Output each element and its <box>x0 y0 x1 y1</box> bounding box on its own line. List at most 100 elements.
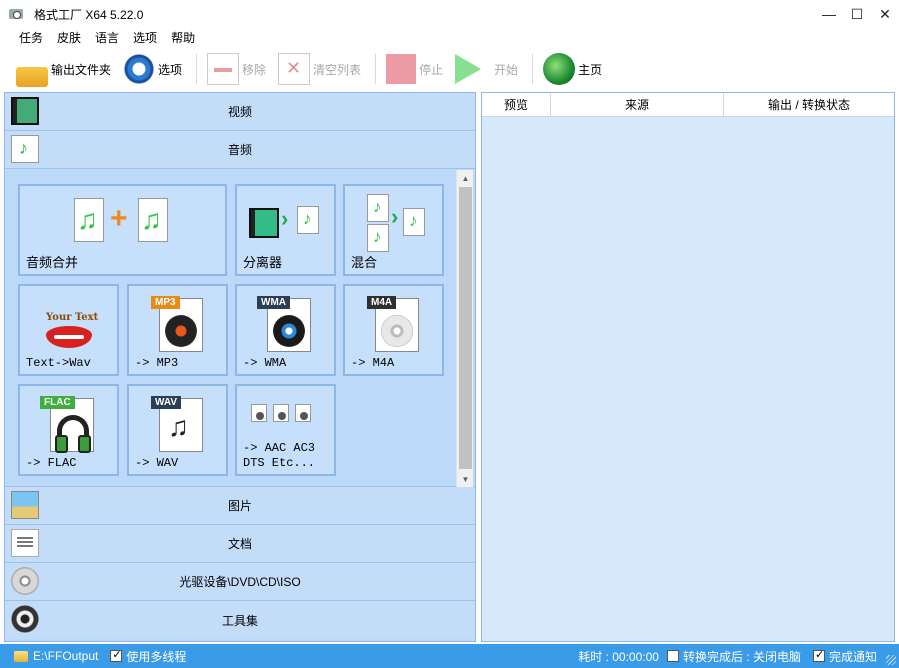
menu-help[interactable]: 帮助 <box>164 28 202 48</box>
column-output-status[interactable]: 输出 / 转换状态 <box>724 93 894 116</box>
play-icon <box>455 54 482 84</box>
audio-scrollbar[interactable]: ▲ ▼ <box>456 170 473 487</box>
music-file-icon <box>403 208 425 236</box>
stop-label: 停止 <box>419 62 444 77</box>
to-flac-label: -> FLAC <box>26 456 77 470</box>
shutdown-label: 转换完成后 : 关闭电脑 <box>682 649 801 664</box>
clear-list-button[interactable]: 清空列表 <box>274 51 365 87</box>
task-grid-header: 预览 来源 输出 / 转换状态 <box>482 93 894 117</box>
minimize-button[interactable]: — <box>815 0 843 28</box>
category-disc[interactable]: 光驱设备\DVD\CD\ISO <box>5 563 475 601</box>
category-picture[interactable]: 图片 <box>5 487 475 525</box>
column-source[interactable]: 来源 <box>551 93 724 116</box>
to-flac-tile[interactable]: FLAC -> FLAC <box>18 384 119 476</box>
multithread-label: 使用多线程 <box>126 649 187 664</box>
category-picture-label: 图片 <box>227 499 252 513</box>
app-icon <box>8 6 24 22</box>
window-controls: — ☐ ✕ <box>815 0 899 28</box>
audio-tools-area: + 音频合并 › 分离器 › 混合 Your Text Text->Wav <box>5 169 475 487</box>
notify-checkbox[interactable] <box>812 648 825 662</box>
category-audio-label: 音频 <box>227 143 252 157</box>
ac3-file-icon <box>273 404 289 422</box>
title-bar: 格式工厂 X64 5.22.0 — ☐ ✕ <box>0 0 899 28</box>
disc-icon <box>273 315 305 347</box>
scroll-thumb[interactable] <box>459 187 472 469</box>
category-video[interactable]: 视频 <box>5 93 475 131</box>
scroll-down-icon[interactable]: ▼ <box>457 471 474 487</box>
notify-label: 完成通知 <box>828 649 877 664</box>
menu-options[interactable]: 选项 <box>126 28 164 48</box>
text-to-wav-tile[interactable]: Your Text Text->Wav <box>18 284 119 376</box>
to-mp3-tile[interactable]: MP3 -> MP3 <box>127 284 228 376</box>
category-video-label: 视频 <box>227 105 252 119</box>
category-document[interactable]: 文档 <box>5 525 475 563</box>
splitter-tile[interactable]: › 分离器 <box>235 184 336 276</box>
output-folder-button[interactable]: 输出文件夹 <box>12 51 115 87</box>
menu-language[interactable]: 语言 <box>88 28 126 48</box>
column-preview[interactable]: 预览 <box>482 93 551 116</box>
output-path[interactable]: E:\FFOutput <box>33 649 98 663</box>
arrow-right-icon: › <box>281 206 289 231</box>
mix-tile[interactable]: › 混合 <box>343 184 444 276</box>
status-bar: E:\FFOutput 使用多线程 耗时 : 00:00:00 转换完成后 : … <box>0 644 899 668</box>
home-label: 主页 <box>578 62 603 77</box>
toolbar: 输出文件夹 选项 移除 清空列表 停止 开始 主页 <box>0 48 899 90</box>
to-wav-tile[interactable]: ♫ WAV -> WAV <box>127 384 228 476</box>
remove-label: 移除 <box>242 62 267 77</box>
menu-skin[interactable]: 皮肤 <box>50 28 88 48</box>
toolbar-separator <box>375 54 377 84</box>
music-file-icon <box>367 224 389 252</box>
options-label: 选项 <box>158 62 183 77</box>
globe-icon <box>543 53 576 85</box>
disc-icon <box>11 567 39 595</box>
to-other-formats-tile[interactable]: -> AAC AC3 DTS Etc... <box>235 384 336 476</box>
mp3-badge: MP3 <box>151 296 180 309</box>
remove-button[interactable]: 移除 <box>203 51 270 87</box>
category-tools-label: 工具集 <box>221 613 258 628</box>
stop-button[interactable]: 停止 <box>382 51 447 87</box>
stop-icon <box>386 54 417 84</box>
film-reel-icon <box>11 605 39 633</box>
music-file-icon <box>367 194 389 222</box>
close-button[interactable]: ✕ <box>871 0 899 28</box>
maximize-button[interactable]: ☐ <box>843 0 871 28</box>
folder-icon <box>16 67 48 87</box>
task-list-panel: 预览 来源 输出 / 转换状态 <box>481 92 895 642</box>
arrow-right-icon: › <box>391 204 399 229</box>
gear-icon <box>123 53 156 85</box>
audio-merge-label: 音频合并 <box>26 255 79 270</box>
clear-list-icon <box>278 53 311 85</box>
audio-merge-tile[interactable]: + 音频合并 <box>18 184 227 276</box>
options-button[interactable]: 选项 <box>119 51 186 87</box>
disc-icon <box>165 315 197 347</box>
to-wma-tile[interactable]: WMA -> WMA <box>235 284 336 376</box>
category-audio[interactable]: 音频 <box>5 131 475 169</box>
splitter-label: 分离器 <box>243 255 283 270</box>
other-formats-line1: -> AAC AC3 <box>243 441 316 455</box>
home-button[interactable]: 主页 <box>539 51 606 87</box>
to-m4a-tile[interactable]: M4A -> M4A <box>343 284 444 376</box>
category-tools[interactable]: 工具集 <box>5 601 475 639</box>
toolbar-separator <box>196 54 198 84</box>
multithread-checkbox[interactable] <box>110 648 123 662</box>
your-text-caption: Your Text <box>46 312 99 323</box>
shutdown-checkbox[interactable] <box>666 650 679 662</box>
start-button[interactable]: 开始 <box>451 51 522 87</box>
text-to-wav-label: Text->Wav <box>26 356 91 370</box>
film-icon <box>11 97 39 125</box>
document-icon <box>11 529 39 557</box>
menu-task[interactable]: 任务 <box>12 28 50 48</box>
resize-grip-icon[interactable] <box>886 655 896 665</box>
scroll-up-icon[interactable]: ▲ <box>457 170 474 186</box>
mix-label: 混合 <box>351 255 378 270</box>
window-title: 格式工厂 X64 5.22.0 <box>34 7 144 22</box>
music-file-icon <box>297 206 319 234</box>
folder-icon[interactable] <box>14 650 28 662</box>
toolbar-separator <box>532 54 534 84</box>
category-panel: 视频 音频 + 音频合并 › 分离器 › 混合 Your Text <box>4 92 476 642</box>
menu-bar: 任务 皮肤 语言 选项 帮助 <box>0 28 899 48</box>
output-folder-label: 输出文件夹 <box>51 62 112 77</box>
to-mp3-label: -> MP3 <box>135 356 179 370</box>
plus-icon: + <box>110 202 128 235</box>
other-formats-line2: DTS Etc... <box>243 456 316 470</box>
